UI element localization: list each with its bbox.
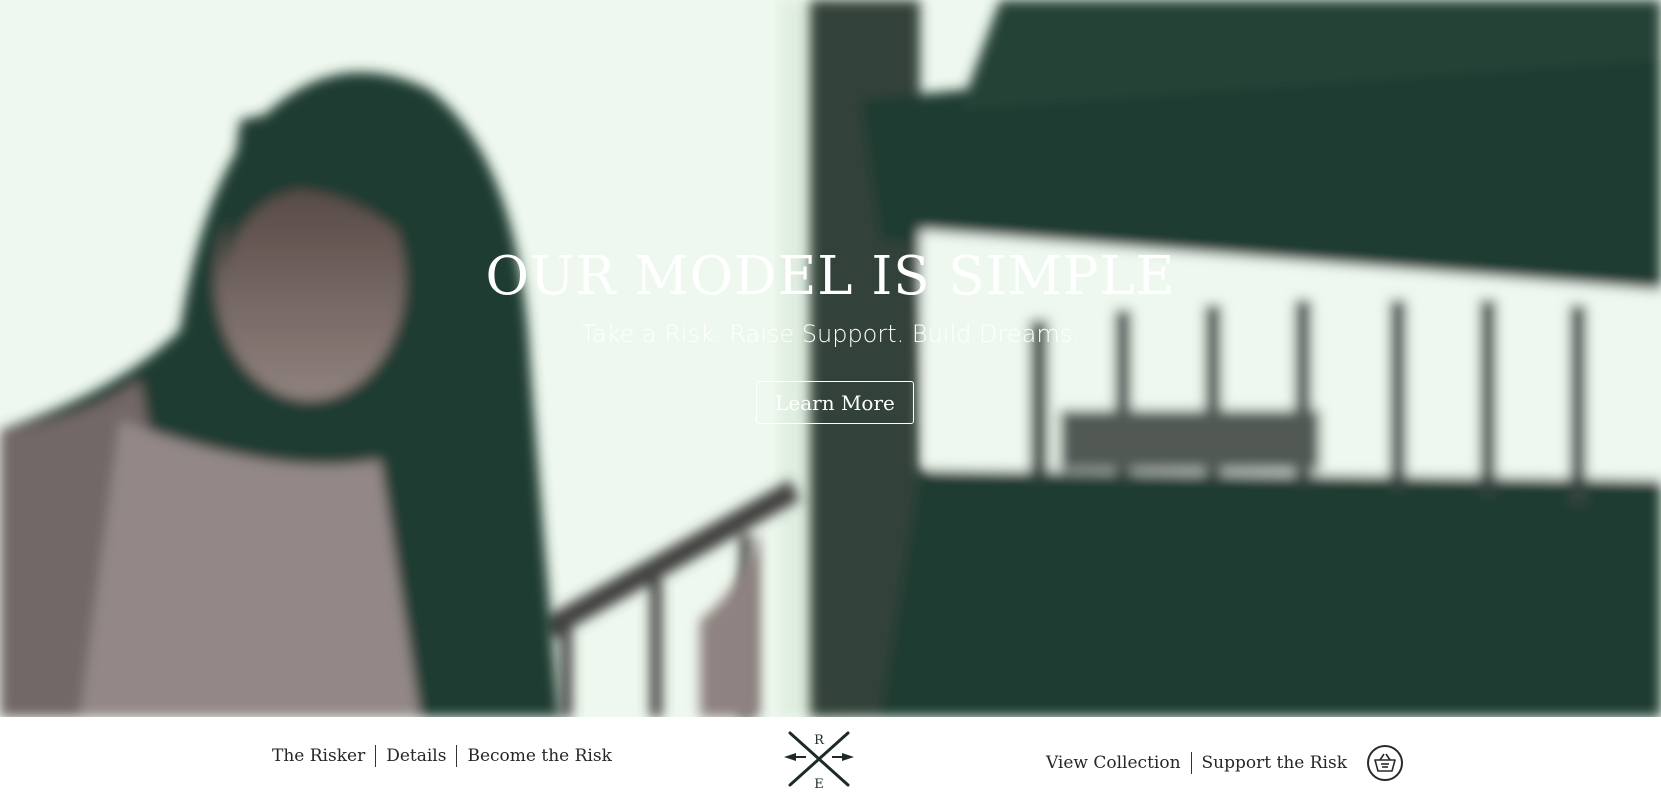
nav-left-group: The Risker Details Become the Risk: [272, 745, 622, 767]
crossed-arrows-logo-icon: R E: [784, 731, 854, 792]
logo-letter-bottom: E: [814, 777, 824, 791]
logo-letter-top: R: [814, 733, 825, 748]
nav-link-the-risker[interactable]: The Risker: [272, 745, 375, 767]
nav-link-support-the-risk[interactable]: Support the Risk: [1192, 752, 1357, 774]
hero-section: OUR MODEL IS SIMPLE Take a Risk. Raise S…: [0, 0, 1661, 717]
shopping-basket-button[interactable]: [1367, 745, 1403, 781]
nav-link-become-the-risk[interactable]: Become the Risk: [457, 745, 621, 767]
site-logo[interactable]: R E: [782, 725, 856, 792]
learn-more-button[interactable]: Learn More: [756, 381, 914, 424]
nav-link-view-collection[interactable]: View Collection: [1046, 752, 1191, 774]
shopping-basket-icon: [1374, 753, 1396, 772]
hero-title: OUR MODEL IS SIMPLE: [485, 246, 1176, 307]
nav-right-group: View Collection Support the Risk: [1046, 745, 1403, 781]
nav-link-details[interactable]: Details: [376, 745, 456, 767]
bottom-navbar: The Risker Details Become the Risk R E V…: [0, 717, 1661, 799]
hero-content: OUR MODEL IS SIMPLE Take a Risk. Raise S…: [0, 0, 1661, 717]
hero-subtitle: Take a Risk. Raise Support. Build Dreams…: [581, 320, 1080, 348]
